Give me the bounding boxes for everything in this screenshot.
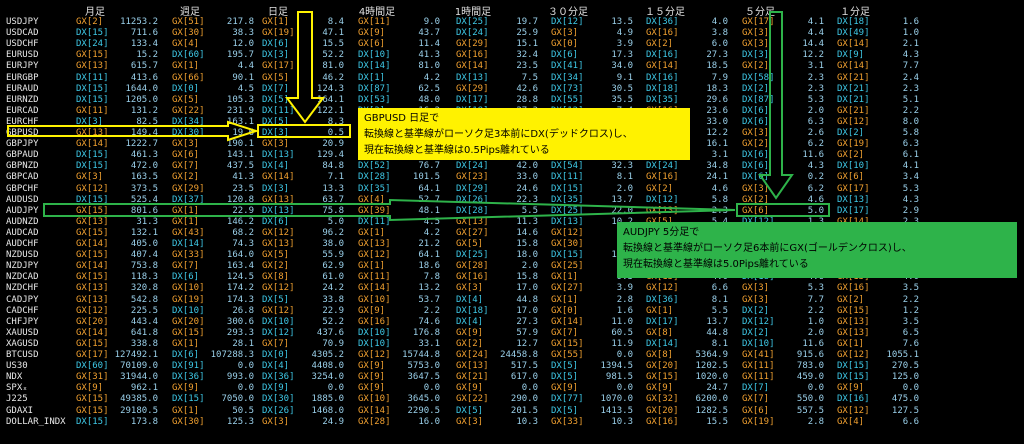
highlight-overlay xyxy=(7,11,830,222)
audjpy-column-arrow xyxy=(758,11,794,200)
audjpy-row-arrow xyxy=(43,198,736,222)
audjpy-5min-highlight-box xyxy=(736,203,830,217)
gbpusd-column-arrow xyxy=(285,11,325,124)
gbpusd-daily-highlight-box xyxy=(257,124,351,138)
gbpusd-row-arrow xyxy=(7,120,260,142)
